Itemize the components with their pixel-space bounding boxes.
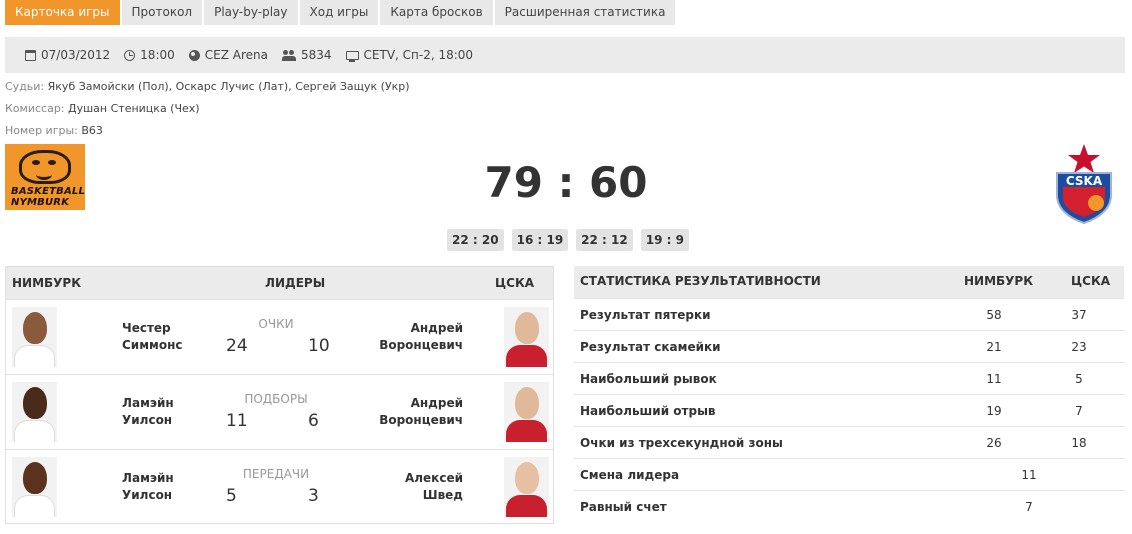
clock-icon [124,49,136,61]
final-score: 79 : 60 [484,158,648,207]
stats-combined-value: 11 [1021,468,1037,482]
tab-protocol[interactable]: Протокол [121,0,203,25]
stats-row-label: Равный счет [580,500,667,514]
referees-value: Якуб Замойски (Пол), Оскарс Лучис (Лат),… [47,80,410,93]
stats-row: Наибольший отрыв 19 7 [574,394,1124,426]
home-leader-name[interactable]: Честер Симмонс [122,320,182,354]
away-leader-name[interactable]: Андрей Воронцевич [379,395,463,429]
game-tv: CETV, Сп-2, 18:00 [345,48,474,62]
stats-home-header: НИМБУРК [964,274,1034,288]
home-leader-name[interactable]: Ламэйн Уилсон [122,470,174,504]
leaders-table: НИМБУРК ЛИДЕРЫ ЦСКА Честер Симмонс ОЧКИ 2… [5,266,554,524]
quarter-score-1: 22 : 20 [447,229,504,251]
leader-category: ПОДБОРЫ [244,392,308,406]
game-number-value: B63 [81,124,103,137]
player-photo[interactable] [12,307,57,367]
referees-line: Судьи: Якуб Замойски (Пол), Оскарс Лучис… [5,80,410,93]
leaders-away-header: ЦСКА [495,276,535,290]
stats-row-label: Наибольший рывок [580,372,717,386]
stats-row: Очки из трехсекундной зоны 26 18 [574,426,1124,458]
away-leader-value: 6 [308,411,319,431]
stats-row: Равный счет 7 [574,490,1124,522]
commissioner-label: Комиссар: [5,102,65,115]
stats-row: Смена лидера 11 [574,458,1124,490]
scoring-stats-table: СТАТИСТИКА РЕЗУЛЬТАТИВНОСТИ НИМБУРК ЦСКА… [574,266,1124,524]
player-photo[interactable] [12,382,57,442]
stats-row-label: Наибольший отрыв [580,404,716,418]
game-tv-value: CETV, Сп-2, 18:00 [363,48,474,62]
stats-row: Результат скамейки 21 23 [574,330,1124,362]
referees-label: Судьи: [5,80,45,93]
player-photo[interactable] [12,457,57,517]
stats-title: СТАТИСТИКА РЕЗУЛЬТАТИВНОСТИ [580,274,821,288]
stats-row: Результат пятерки 58 37 [574,298,1124,330]
away-leader-name[interactable]: Алексей Швед [405,470,463,504]
game-arena: CEZ Arena [188,48,268,62]
leader-category: ОЧКИ [258,317,294,331]
tab-bar: Карточка игры Протокол Play-by-play Ход … [5,0,676,25]
game-number-label: Номер игры: [5,124,78,137]
game-time-value: 18:00 [140,48,175,62]
leader-row: Ламэйн Уилсон ПОДБОРЫ 11 6 Андрей Воронцев… [6,374,553,449]
home-leader-name[interactable]: Ламэйн Уилсон [122,395,174,429]
quarter-score-2: 16 : 19 [511,229,569,251]
stats-away-value: 7 [1075,404,1083,418]
stats-row-label: Результат скамейки [580,340,721,354]
quarter-score-3: 22 : 12 [576,229,633,251]
game-date-value: 07/03/2012 [41,48,111,62]
player-photo[interactable] [504,382,549,442]
game-info-bar: 07/03/2012 18:00 CEZ Arena 5834 CETV, Сп… [5,37,1125,73]
leader-category: ПЕРЕДАЧИ [242,467,310,481]
stats-home-value: 26 [986,436,1002,450]
tab-play-by-play[interactable]: Play-by-play [204,0,298,25]
globe-icon [188,49,200,61]
game-attendance: 5834 [281,48,332,62]
home-leader-value: 24 [226,336,248,356]
tab-shot-chart[interactable]: Карта бросков [380,0,493,25]
game-arena-value: CEZ Arena [204,48,268,62]
stats-combined-value: 7 [1025,500,1033,514]
home-leader-value: 11 [226,411,248,431]
away-leader-name[interactable]: Андрей Воронцевич [379,320,463,354]
leaders-home-header: НИМБУРК [12,276,82,290]
player-photo[interactable] [504,307,549,367]
leader-row: Ламэйн Уилсон ПЕРЕДАЧИ 5 3 Алексей Швед [6,449,553,524]
calendar-icon [25,49,36,61]
game-number-line: Номер игры: B63 [5,124,103,137]
player-photo[interactable] [504,457,549,517]
stats-away-value: 23 [1071,340,1087,354]
stats-away-header: ЦСКА [1071,274,1111,288]
game-date: 07/03/2012 [25,48,110,62]
tab-game-card[interactable]: Карточка игры [5,0,120,25]
leaders-mid-header: ЛИДЕРЫ [265,276,326,290]
stats-home-value: 58 [986,308,1002,322]
home-leader-value: 5 [226,486,237,506]
away-leader-value: 3 [308,486,319,506]
leaders-header: НИМБУРК ЛИДЕРЫ ЦСКА [6,267,553,299]
stats-home-value: 19 [986,404,1002,418]
users-icon [281,49,296,61]
commissioner-line: Комиссар: Душан Стеницка (Чех) [5,102,200,115]
tab-advanced-stats[interactable]: Расширенная статистика [494,0,676,25]
stats-home-value: 11 [986,372,1002,386]
stats-row-label: Результат пятерки [580,308,711,322]
quarter-score-4: 19 : 9 [640,229,689,251]
tv-icon [345,50,359,62]
stats-row-label: Смена лидера [580,468,680,482]
stats-row: Наибольший рывок 11 5 [574,362,1124,394]
stats-away-value: 18 [1071,436,1087,450]
stats-header: СТАТИСТИКА РЕЗУЛЬТАТИВНОСТИ НИМБУРК ЦСКА [574,266,1124,298]
stats-row-label: Очки из трехсекундной зоны [580,436,783,450]
stats-home-value: 21 [986,340,1002,354]
leader-row: Честер Симмонс ОЧКИ 24 10 Андрей Воронцеви… [6,299,553,374]
game-attendance-value: 5834 [300,48,332,62]
stats-away-value: 37 [1071,308,1087,322]
commissioner-value: Душан Стеницка (Чех) [68,102,200,115]
game-time: 18:00 [124,48,175,62]
stats-away-value: 5 [1075,372,1083,386]
away-leader-value: 10 [308,336,330,356]
tab-game-flow[interactable]: Ход игры [299,0,379,25]
quarter-scores: 22 : 20 16 : 19 22 : 12 19 : 9 [0,229,1132,251]
